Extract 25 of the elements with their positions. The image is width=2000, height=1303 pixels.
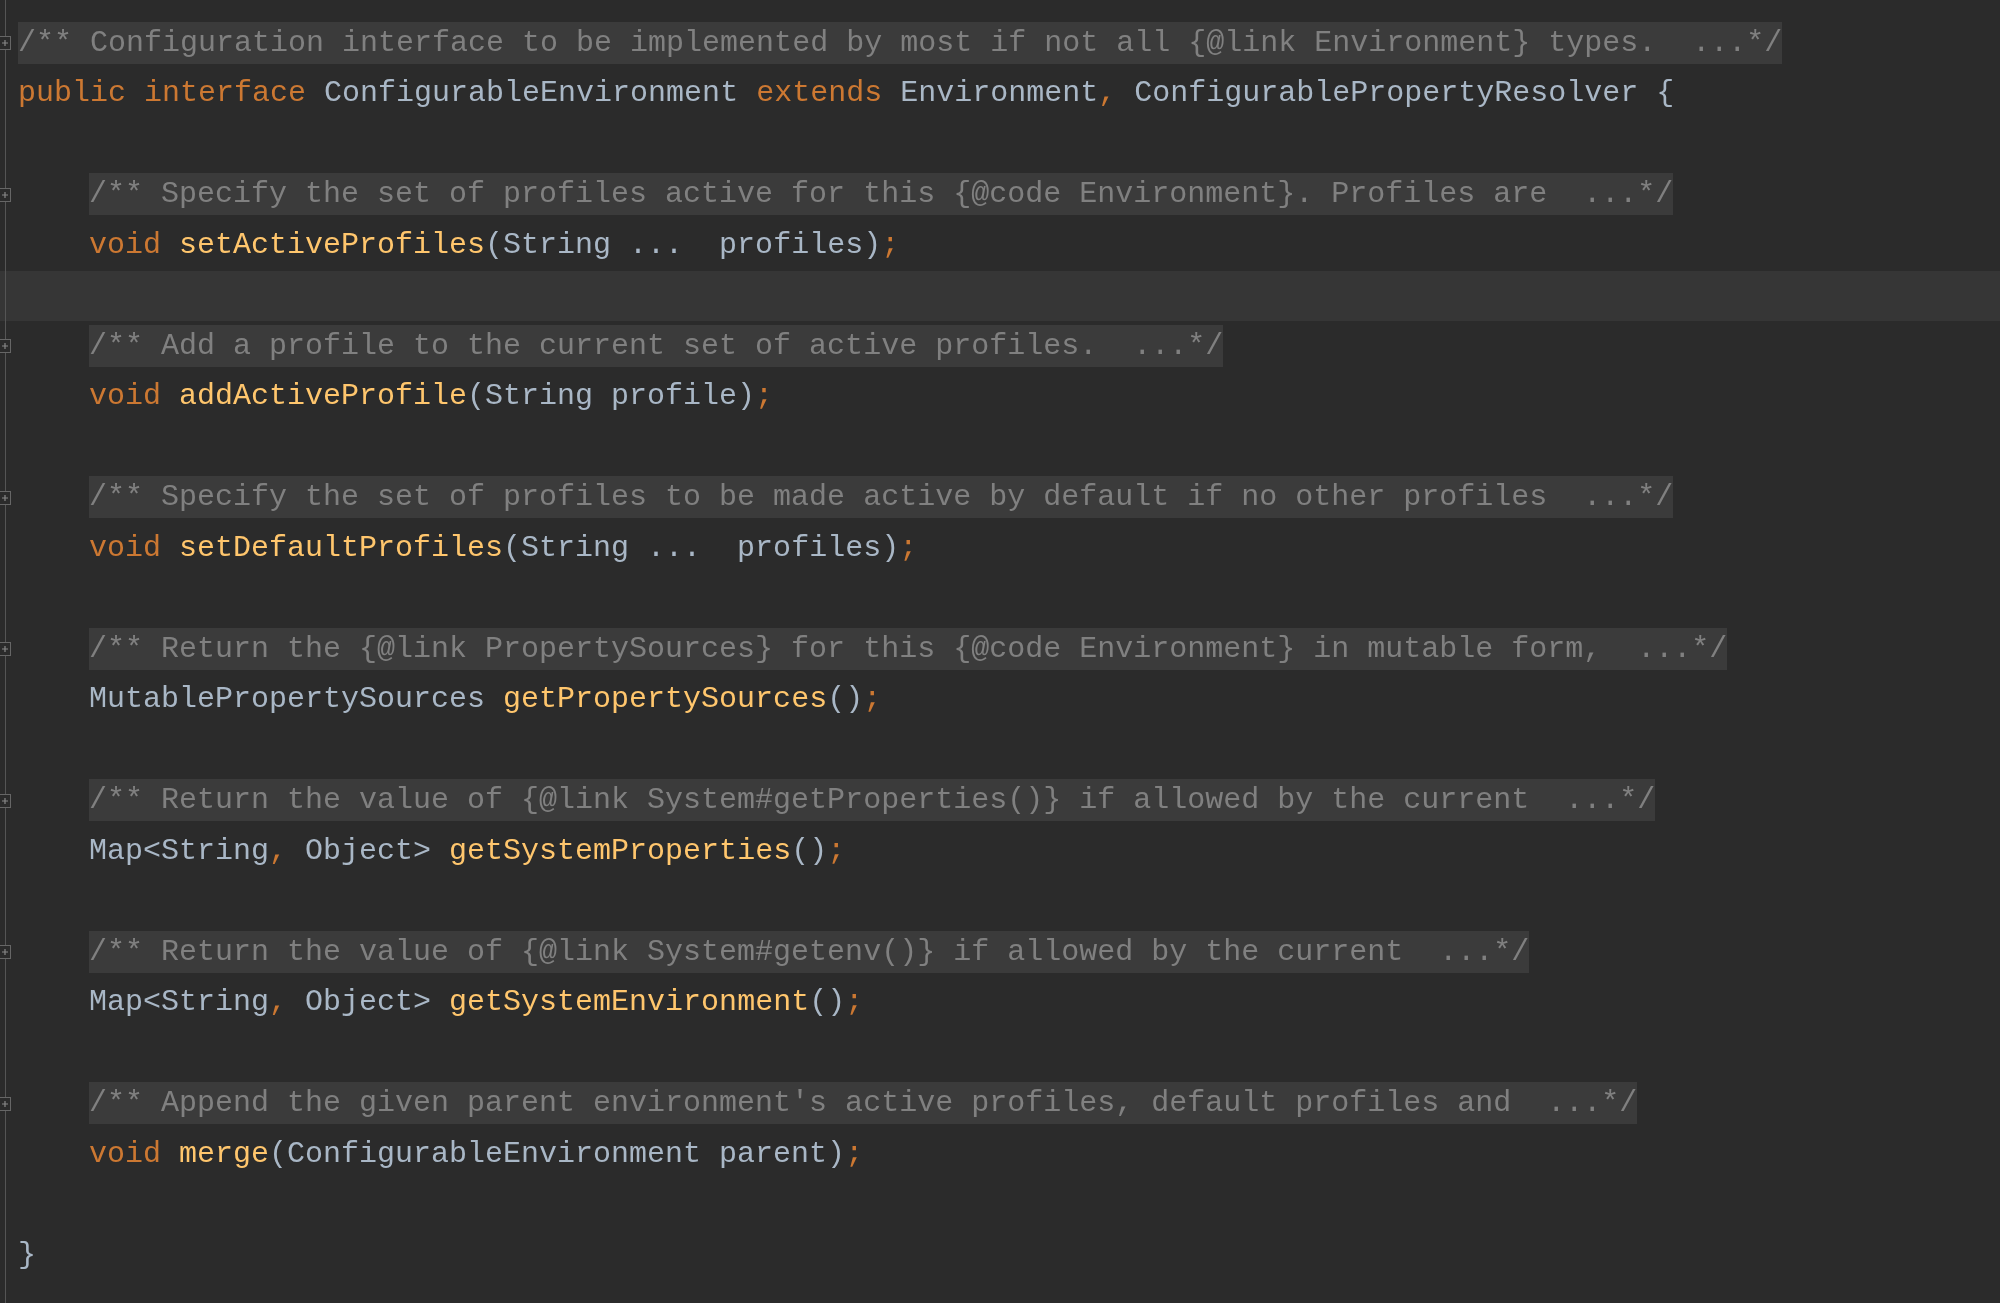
folded-doc-comment[interactable]: /** Return the value of {@link System#getenv()} if allowed by the current ...*/ <box>89 930 1530 973</box>
fold-plus-icon[interactable] <box>0 490 11 505</box>
fold-plus-icon[interactable] <box>0 36 11 50</box>
folded-doc-comment[interactable]: /** Add a profile to the current set of active profiles. ...*/ <box>89 324 1224 367</box>
fold-plus-icon[interactable] <box>0 793 11 808</box>
code-line: void addActiveProfile(String profile); <box>89 379 774 414</box>
code-line: void merge(ConfigurableEnvironment parent); <box>89 1136 864 1171</box>
folded-doc-comment[interactable]: /** Append the given parent environment's active profiles, default profiles and ...*/ <box>89 1082 1638 1125</box>
code-line: MutablePropertySources getPropertySources(); <box>89 682 882 717</box>
folded-doc-comment[interactable]: /** Configuration interface to be implemented by most if not all {@link Environment} types. ...*/ <box>18 21 1783 64</box>
code-line: public interface ConfigurableEnvironment extends Environment, ConfigurablePropertyResolver { <box>18 76 1675 111</box>
folded-doc-comment[interactable]: /** Return the {@link PropertySources} for this {@code Environment} in mutable form, ...*/ <box>89 627 1728 670</box>
fold-plus-icon[interactable] <box>0 339 11 353</box>
code-line: Map<String, Object> getSystemProperties(); <box>89 833 846 868</box>
fold-plus-icon[interactable] <box>0 945 11 959</box>
closing-brace: } <box>18 1237 36 1272</box>
folded-doc-comment[interactable]: /** Specify the set of profiles active for this {@code Environment}. Profiles are ...*/ <box>89 173 1674 216</box>
code-line: void setActiveProfiles(String ... profiles); <box>89 227 900 262</box>
fold-plus-icon[interactable] <box>0 1096 11 1111</box>
folded-doc-comment[interactable]: /** Specify the set of profiles to be made active by default if no other profiles ...*/ <box>89 476 1674 519</box>
folded-doc-comment[interactable]: /** Return the value of {@link System#getProperties()} if allowed by the current ...*/ <box>89 779 1656 822</box>
code-line: Map<String, Object> getSystemEnvironment(); <box>89 985 864 1020</box>
fold-plus-icon[interactable] <box>0 642 11 656</box>
fold-plus-icon[interactable] <box>0 187 11 202</box>
code-line: void setDefaultProfiles(String ... profiles); <box>89 530 918 565</box>
